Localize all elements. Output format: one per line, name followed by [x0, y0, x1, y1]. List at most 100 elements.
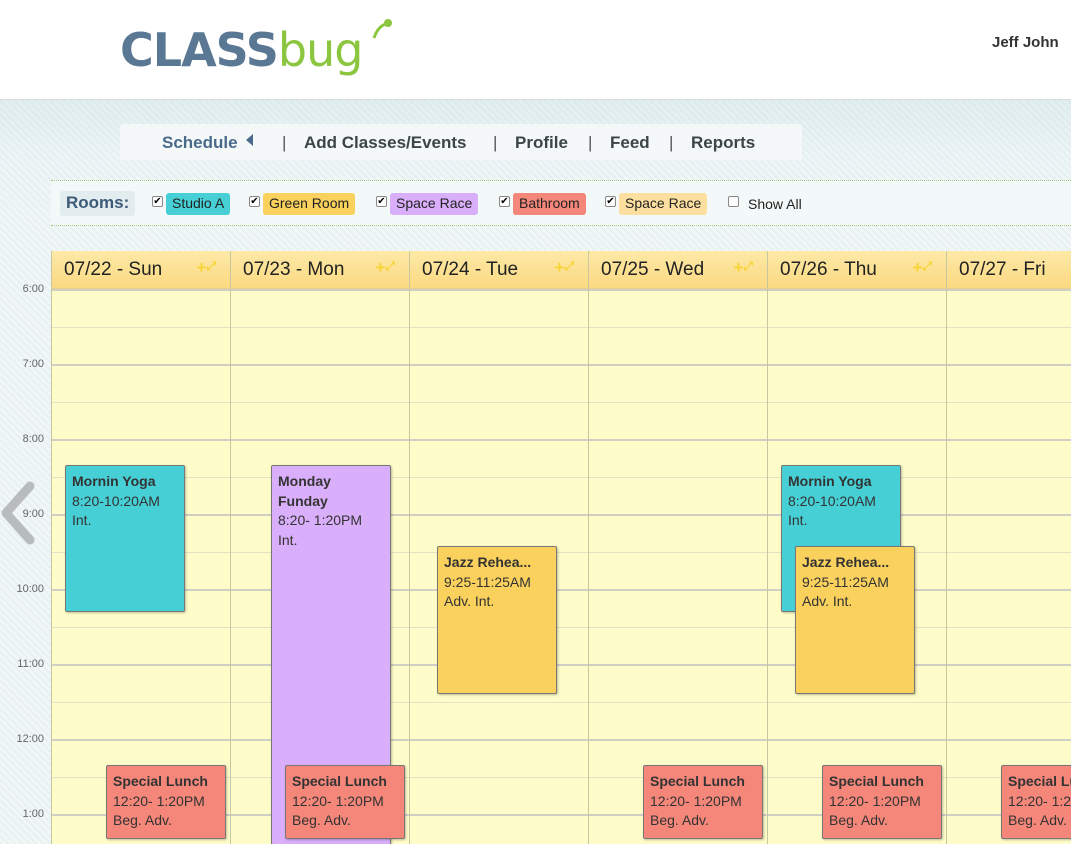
nav-feed[interactable]: Feed — [610, 133, 650, 153]
day-title: 07/26 - Thu — [780, 259, 877, 280]
event-time: 12:20- 1:20PM — [1008, 792, 1071, 809]
event-level: Beg. Adv. — [292, 812, 351, 828]
header: CLASSbug Jeff John — [0, 0, 1071, 100]
event-card[interactable]: Special Lunch 12:20- 1:20PM Beg. Adv. — [643, 765, 763, 839]
event-card[interactable]: Special Lunch 12:20- 1:20PM Beg. Adv. — [822, 765, 942, 839]
plus-icon[interactable]: + — [375, 258, 385, 277]
event-level: Int. — [72, 512, 92, 528]
nav-schedule-label: Schedule — [162, 133, 238, 152]
nav-separator: | — [669, 133, 674, 152]
show-all-label[interactable]: Show All — [748, 196, 802, 212]
event-time: 8:20- 1:20PM — [278, 512, 363, 528]
time-label: 8:00 — [22, 433, 44, 445]
event-title: Jazz Rehea... — [802, 554, 890, 570]
nav-separator: | — [588, 133, 593, 152]
hour-line — [52, 664, 1071, 666]
room-checkbox-studio-a[interactable]: ✔ — [152, 196, 163, 207]
hour-line — [52, 289, 1071, 291]
previous-week-button[interactable] — [0, 480, 40, 550]
plus-icon[interactable]: + — [912, 258, 922, 277]
nav-schedule[interactable]: Schedule — [162, 133, 253, 153]
event-title: Special Lunch — [829, 773, 924, 789]
day-header-fri[interactable]: 07/27 - Fri — [947, 251, 1071, 289]
event-time: 12:20- 1:20PM — [113, 792, 205, 809]
event-title: Mornin Yoga — [72, 473, 156, 489]
event-level: Beg. Adv. — [650, 812, 709, 828]
room-tag-space-race-2[interactable]: Space Race — [619, 193, 708, 215]
event-card[interactable]: Mornin Yoga 8:20-10:20AM Int. — [65, 465, 185, 612]
expand-icon[interactable]: ⤢ — [564, 259, 574, 273]
event-level: Int. — [278, 531, 298, 548]
nav-separator: | — [493, 133, 498, 152]
plus-icon[interactable]: + — [196, 258, 206, 277]
time-label: 10:00 — [16, 583, 44, 595]
day-divider — [409, 289, 410, 844]
day-header-wed[interactable]: 07/25 - Wed +⤢ — [589, 251, 768, 289]
time-label: 7:00 — [22, 358, 44, 370]
event-title: Special Lunch — [650, 773, 745, 789]
plus-icon[interactable]: + — [733, 258, 743, 277]
event-title: Monday Funday — [278, 473, 331, 509]
event-time: 9:25-11:25AM — [444, 573, 531, 590]
day-divider — [946, 289, 947, 844]
day-header-mon[interactable]: 07/23 - Mon +⤢ — [231, 251, 410, 289]
user-name[interactable]: Jeff John — [992, 34, 1059, 51]
half-hour-line — [52, 477, 1071, 478]
room-checkbox-space-race-2[interactable]: ✔ — [605, 196, 616, 207]
time-label: 6:00 — [22, 283, 44, 295]
event-card[interactable]: Jazz Rehea... 9:25-11:25AM Adv. Int. — [795, 546, 915, 694]
event-level: Beg. Adv. — [1008, 812, 1067, 828]
half-hour-line — [52, 702, 1071, 703]
day-title: 07/27 - Fri — [959, 259, 1046, 280]
rooms-filter-bar: Rooms: ✔ Studio A ✔ Green Room ✔ Space R… — [51, 180, 1071, 226]
event-time: 12:20- 1:20PM — [650, 792, 742, 809]
nav-profile[interactable]: Profile — [515, 133, 568, 153]
room-checkbox-bathroom[interactable]: ✔ — [499, 196, 510, 207]
hour-line — [52, 589, 1071, 591]
event-level: Adv. Int. — [802, 593, 853, 609]
event-level: Beg. Adv. — [113, 812, 172, 828]
chevron-left-icon — [1, 481, 35, 545]
room-tag-bathroom[interactable]: Bathroom — [513, 193, 586, 215]
expand-icon[interactable]: ⤢ — [743, 259, 753, 273]
event-title: Jazz Rehea... — [444, 554, 532, 570]
expand-icon[interactable]: ⤢ — [385, 259, 395, 273]
half-hour-line — [52, 627, 1071, 628]
event-title: Special Lunch — [292, 773, 387, 789]
show-all-checkbox[interactable] — [728, 196, 739, 207]
room-checkbox-space-race[interactable]: ✔ — [376, 196, 387, 207]
room-tag-space-race[interactable]: Space Race — [390, 193, 479, 215]
expand-icon[interactable]: ⤢ — [922, 259, 932, 273]
half-hour-line — [52, 327, 1071, 328]
plus-icon[interactable]: + — [554, 258, 564, 277]
half-hour-line — [52, 402, 1071, 403]
room-checkbox-green-room[interactable]: ✔ — [249, 196, 260, 207]
day-title: 07/24 - Tue — [422, 259, 519, 280]
room-tag-studio-a[interactable]: Studio A — [166, 193, 231, 215]
time-label: 11:00 — [17, 658, 44, 670]
day-header-thu[interactable]: 07/26 - Thu +⤢ — [768, 251, 947, 289]
event-card[interactable]: Special Lunch 12:20- 1:20PM Beg. Adv. — [285, 765, 405, 839]
day-divider — [767, 289, 768, 844]
event-card[interactable]: Jazz Rehea... 9:25-11:25AM Adv. Int. — [437, 546, 557, 694]
day-title: 07/22 - Sun — [64, 259, 163, 280]
nav-add-classes[interactable]: Add Classes/Events — [304, 133, 467, 153]
event-card[interactable]: Special Lunch 12:20- 1:20PM Beg. Adv. — [1001, 765, 1071, 839]
time-label: 12:00 — [16, 733, 44, 745]
room-tag-green-room[interactable]: Green Room — [263, 193, 356, 215]
hour-line — [52, 364, 1071, 366]
bug-antenna-icon — [372, 19, 392, 39]
day-header-tue[interactable]: 07/24 - Tue +⤢ — [410, 251, 589, 289]
expand-icon[interactable]: ⤢ — [206, 259, 216, 273]
caret-left-icon — [245, 134, 253, 146]
logo-text-bug: bug — [277, 23, 364, 77]
main-nav: Schedule | Add Classes/Events | Profile … — [120, 124, 802, 160]
day-title: 07/23 - Mon — [243, 259, 345, 280]
day-header-sun[interactable]: 07/22 - Sun +⤢ — [52, 251, 231, 289]
event-card[interactable]: Special Lunch 12:20- 1:20PM Beg. Adv. — [106, 765, 226, 839]
day-divider — [230, 289, 231, 844]
rooms-label: Rooms: — [60, 191, 136, 216]
nav-reports[interactable]: Reports — [691, 133, 755, 153]
hour-line — [52, 514, 1071, 516]
classbug-logo[interactable]: CLASSbug — [120, 19, 392, 82]
